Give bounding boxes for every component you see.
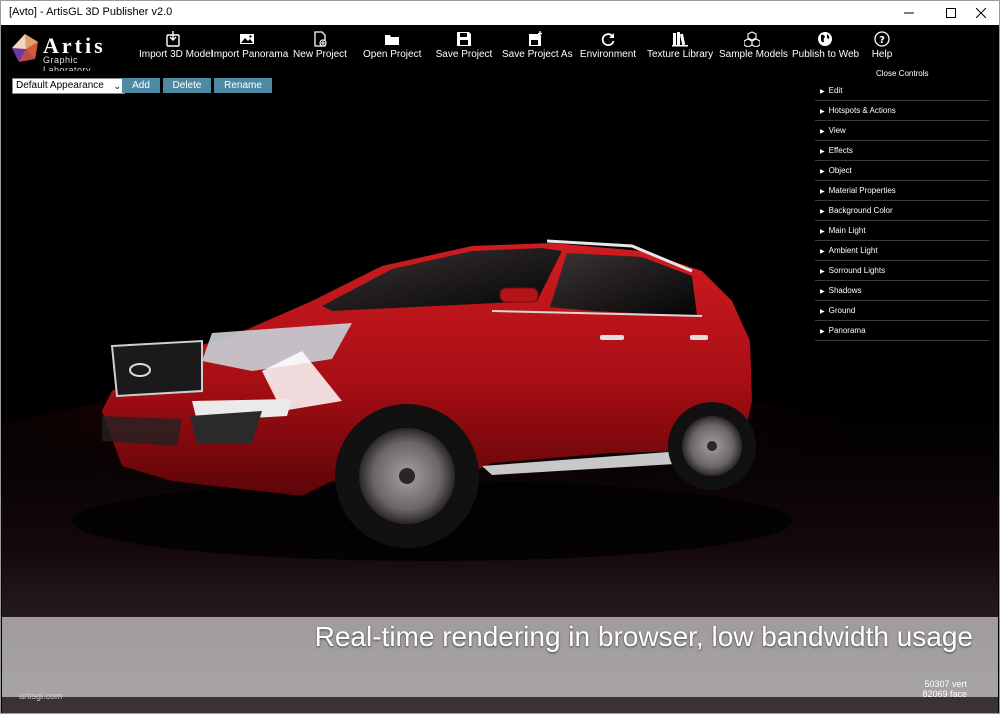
new-file-icon [314,31,327,47]
close-button[interactable] [963,1,999,25]
books-icon [672,32,688,47]
triangle-right-icon: ▶ [820,89,825,95]
sample-models-button[interactable]: Sample Models [719,29,788,69]
rename-appearance-button[interactable]: Rename [214,78,272,93]
triangle-right-icon: ▶ [820,109,825,115]
toolbar-label: Sample Models [719,49,788,60]
new-project-button[interactable]: New Project [291,29,349,69]
panel-item-ground[interactable]: ▶ Ground [815,301,989,321]
delete-appearance-button[interactable]: Delete [163,78,211,93]
panel-item-label: Main Light [828,226,866,235]
toolbar-label: Help [871,49,893,60]
appearance-select[interactable]: Default Appearance ⌄ [12,78,125,94]
maximize-icon [946,8,956,18]
panel-item-label: Effects [828,146,853,155]
save-as-icon [529,31,542,46]
panel-item-main-light[interactable]: ▶ Main Light [815,221,989,241]
app-window: [Avto] - ArtisGL 3D Publisher v2.0 Artis… [0,0,1000,714]
toolbar-label: Open Project [363,49,422,60]
triangle-right-icon: ▶ [820,129,825,135]
toolbar-label: Import 3D Model [139,49,213,60]
toolbar-label: Import Panorama [211,49,289,60]
panel-item-panorama[interactable]: ▶ Panorama [815,321,989,341]
panel-item-label: Background Color [828,206,893,215]
image-icon [240,34,254,44]
triangle-right-icon: ▶ [820,169,825,175]
cubes-icon [744,31,760,47]
save-project-button[interactable]: Save Project [435,29,493,69]
panel-item-material-properties[interactable]: ▶ Material Properties [815,181,989,201]
add-appearance-button[interactable]: Add [122,78,160,93]
refresh-icon [601,33,615,47]
publish-to-web-button[interactable]: Publish to Web [792,29,860,69]
panel-item-label: Edit [828,86,843,95]
panel-item-label: Material Properties [828,186,896,195]
chevron-down-icon: ⌄ [113,81,121,91]
panel-item-ambient-light[interactable]: ▶ Ambient Light [815,241,989,261]
open-project-button[interactable]: Open Project [363,29,421,69]
triangle-right-icon: ▶ [820,209,825,215]
controls-panel: ▶ Edit ▶ Hotspots & Actions ▶ View ▶ Effects… [815,81,989,341]
texture-library-button[interactable]: Texture Library [647,29,713,69]
panel-item-hotspots[interactable]: ▶ Hotspots & Actions [815,101,989,121]
import-panorama-button[interactable]: Import Panorama [211,29,289,69]
artis-logo: Artis Graphic Laboratory [11,31,123,75]
triangle-right-icon: ▶ [820,249,825,255]
panel-item-label: Hotspots & Actions [828,106,896,115]
folder-icon [385,35,399,45]
save-icon [457,32,471,46]
toolbar-label: Publish to Web [792,49,860,60]
import-model-icon [166,31,180,47]
vertex-count: 50307 vert [924,679,967,689]
triangle-right-icon: ▶ [820,189,825,195]
panel-item-label: Panorama [828,326,866,335]
help-button[interactable]: ? Help [865,29,899,69]
logo-gem-icon [12,34,38,62]
main-toolbar: Artis Graphic Laboratory Import 3D Model… [1,25,999,75]
toolbar-label: Texture Library [647,49,714,60]
svg-text:?: ? [879,35,885,46]
triangle-right-icon: ▶ [820,229,825,235]
panel-item-shadows[interactable]: ▶ Shadows [815,281,989,301]
panel-item-label: View [828,126,846,135]
minimize-icon [904,12,914,14]
close-icon [976,8,986,18]
triangle-right-icon: ▶ [820,269,825,275]
panel-item-view[interactable]: ▶ View [815,121,989,141]
triangle-right-icon: ▶ [820,149,825,155]
close-controls-button[interactable]: Close Controls [876,69,928,78]
panel-item-background-color[interactable]: ▶ Background Color [815,201,989,221]
toolbar-label: Environment [579,49,637,60]
environment-button[interactable]: Environment [579,29,637,69]
panel-item-edit[interactable]: ▶ Edit [815,81,989,101]
save-project-as-button[interactable]: Save Project As [502,29,573,69]
minimize-button[interactable] [891,1,927,25]
panel-item-label: Shadows [828,286,862,295]
window-title: [Avto] - ArtisGL 3D Publisher v2.0 [9,6,173,18]
help-icon: ? [874,31,890,47]
triangle-right-icon: ▶ [820,289,825,295]
face-count: 82069 face [922,689,967,699]
panel-item-label: Ground [828,306,856,315]
panel-item-label: Ambient Light [828,246,878,255]
toolbar-label: Save Project As [502,49,573,60]
appearance-selected: Default Appearance [16,80,104,91]
import-3d-model-button[interactable]: Import 3D Model [139,29,213,69]
globe-icon [818,32,832,46]
triangle-right-icon: ▶ [820,309,825,315]
promo-caption: Real-time rendering in browser, low band… [314,621,973,652]
toolbar-label: New Project [293,49,347,60]
panel-item-sorround-lights[interactable]: ▶ Sorround Lights [815,261,989,281]
panel-item-object[interactable]: ▶ Object [815,161,989,181]
panel-item-label: Object [828,166,852,175]
title-bar: [Avto] - ArtisGL 3D Publisher v2.0 [1,1,999,25]
toolbar-label: Save Project [435,49,493,60]
panel-item-label: Sorround Lights [828,266,886,275]
panel-item-effects[interactable]: ▶ Effects [815,141,989,161]
watermark: artisgl.com [19,691,63,701]
mesh-stats: 50307 vert 82069 face [922,679,967,699]
triangle-right-icon: ▶ [820,329,825,335]
